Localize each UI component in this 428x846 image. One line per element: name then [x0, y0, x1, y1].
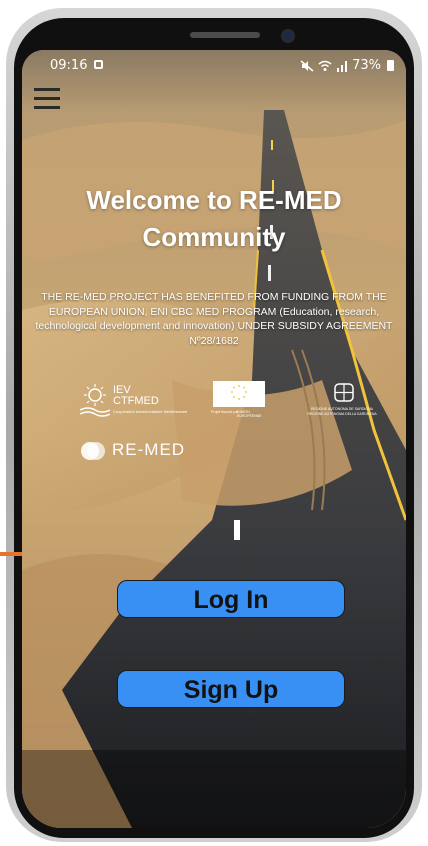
sardegna-region-logo: REGIONE AUTONOMA DE SARDIGNA REGIONE AUT… [297, 383, 387, 423]
eu-caption-right: l'UNION EUROPÉENNE [237, 410, 262, 418]
front-camera [283, 31, 293, 41]
notification-icon [94, 60, 103, 69]
signup-button[interactable]: Sign Up [117, 670, 345, 708]
remed-logo: RE-MED [80, 437, 210, 465]
remed-logo-text: RE-MED [112, 440, 186, 459]
signal-icon [337, 60, 348, 72]
funding-text: THE RE-MED PROJECT HAS BENEFITED FROM FU… [35, 291, 393, 347]
coat-of-arms-icon [334, 383, 354, 402]
eu-caption-left: Projet financé par [211, 410, 239, 414]
battery-percent: 73% [352, 58, 381, 73]
ctfmed-label: CTFMED [113, 395, 159, 407]
status-time: 09:16 [50, 58, 88, 73]
welcome-title-line1: Welcome to RE-MED [86, 185, 342, 215]
iev-ctfmed-logo: IEV CTFMED Coopération transfrontalière … [80, 383, 192, 423]
sardegna-line1: REGIONE AUTONOMA DE SARDIGNA [311, 407, 373, 411]
welcome-title-line2: Community [142, 222, 286, 252]
sardegna-line2: REGIONE AUTONOMA DELLA SARDEGNA [307, 412, 377, 416]
hamburger-menu-icon[interactable] [34, 88, 60, 110]
login-button[interactable]: Log In [117, 580, 345, 618]
mute-icon [300, 59, 314, 72]
status-bar: 09:16 73% [22, 50, 406, 80]
welcome-title: Welcome to RE-MED Community [22, 182, 406, 256]
remed-emblem-icon [81, 442, 105, 460]
app-screen: 09:16 73% Welcome to RE-MED Community TH… [22, 50, 406, 828]
phone-speaker [190, 32, 260, 38]
status-icons: 73% [300, 58, 394, 73]
sun-icon [80, 384, 110, 417]
eu-flag-logo: Projet financé par l'UNION EUROPÉENNE [211, 381, 265, 418]
eu-flag-icon [213, 381, 265, 407]
wifi-icon [318, 60, 332, 71]
iev-small-text: Coopération transfrontalière Méditerrané… [113, 409, 188, 414]
battery-icon [387, 60, 394, 71]
